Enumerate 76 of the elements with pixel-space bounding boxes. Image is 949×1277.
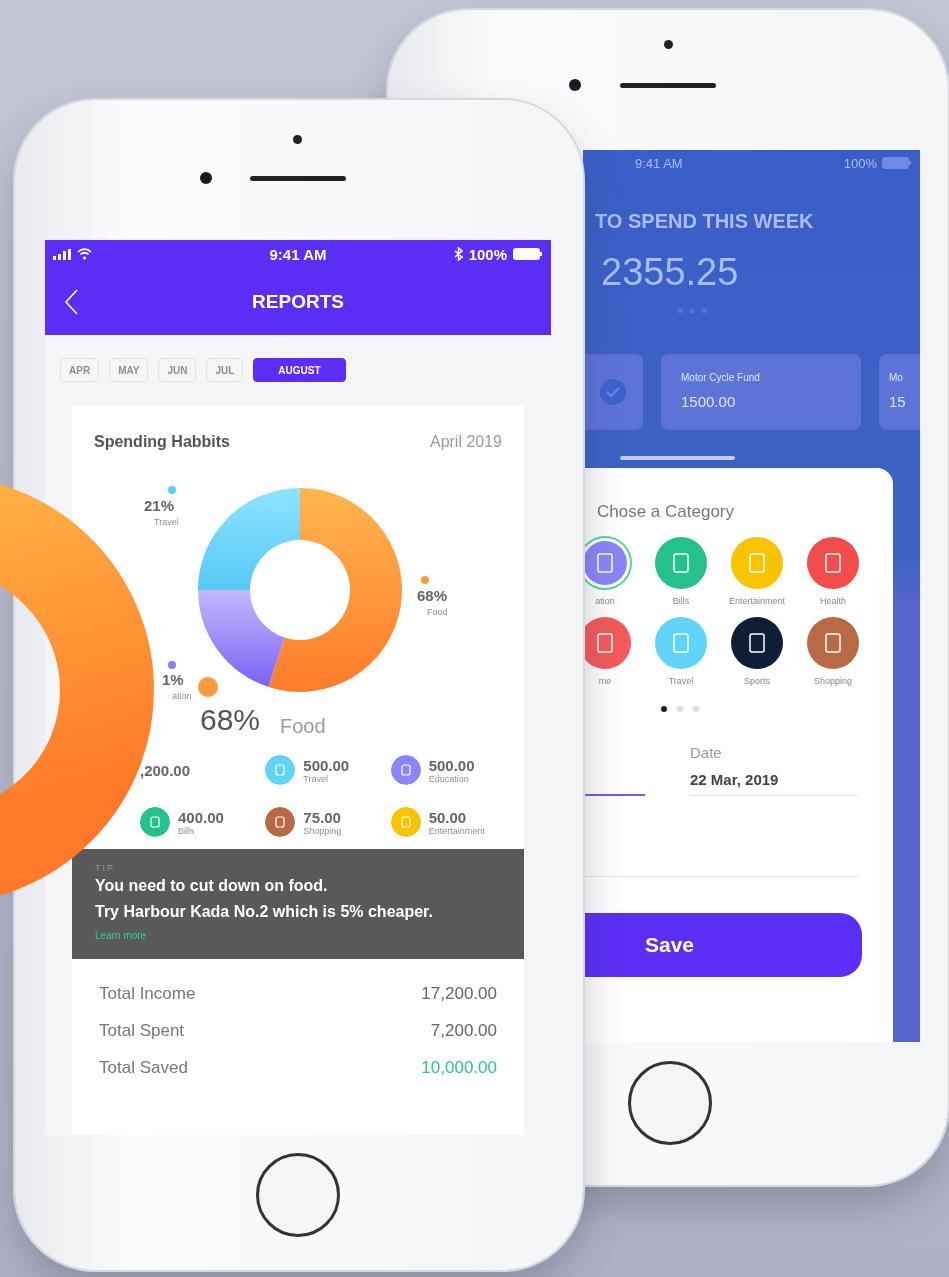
category-label: Travel: [154, 517, 179, 527]
amount-category: Education: [428, 773, 470, 784]
fund-amount: 1500.00: [681, 393, 737, 410]
back-icon[interactable]: [63, 288, 81, 316]
total-value: 17,200.00: [421, 983, 497, 1004]
total-label: Total Saved: [99, 1057, 188, 1078]
camera-icon: [569, 79, 581, 91]
budget-label: TO SPEND THIS WEEK: [595, 210, 815, 233]
total-label: Total Income: [99, 983, 196, 1004]
category-item[interactable]: Sports: [719, 616, 795, 686]
amount-value: 75.00: [303, 808, 342, 826]
category-item[interactable]: Travel: [643, 616, 719, 686]
amount-value: ,200.00: [140, 761, 191, 779]
sensor-icon: [293, 135, 302, 144]
learn-more-link[interactable]: Learn more: [95, 930, 147, 941]
category-item[interactable]: Health: [795, 536, 871, 606]
date-field[interactable]: Date 22 Mar, 2019: [690, 744, 858, 796]
save-button[interactable]: Save: [583, 913, 862, 977]
status-time: 9:41 AM: [635, 155, 683, 171]
amount-category: Shopping: [303, 825, 342, 836]
category-item[interactable]: Shopping: [795, 616, 871, 686]
amount-category: Travel: [303, 773, 329, 784]
month-tab[interactable]: JUL: [206, 358, 244, 382]
amount-category: Entertainment: [428, 825, 485, 836]
month-tab[interactable]: AUGUST: [253, 358, 346, 382]
battery-percent: 100%: [843, 155, 877, 171]
battery-percent: 100%: [468, 245, 507, 263]
total-label: Total Spent: [99, 1020, 185, 1041]
amount-category: Bills: [178, 825, 196, 836]
page-dot[interactable]: [661, 706, 667, 712]
category-label: ation: [172, 691, 192, 701]
sheet-title: Chose a Category: [597, 502, 736, 522]
percent-label: 1%: [162, 671, 184, 688]
budget-amount: 2355.25: [601, 251, 740, 294]
screen-title: REPORTS: [252, 290, 344, 313]
status-time: 9:41 AM: [269, 245, 327, 263]
dots-icon: [677, 308, 707, 314]
highlight-percent: 68%: [200, 703, 261, 737]
fund-amount: 15: [889, 393, 907, 410]
fund-card[interactable]: [583, 354, 643, 430]
period-label: April 2019: [429, 433, 502, 452]
fund-card[interactable]: Mo 15: [879, 354, 920, 430]
fund-name: Motor Cycle Fund: [681, 372, 761, 383]
amount-value: 50.00: [428, 808, 468, 826]
card-title: Spending Habbits: [94, 433, 230, 452]
tip-text: You need to cut down on food.: [95, 876, 329, 896]
wifi-icon: [77, 248, 92, 260]
drag-handle[interactable]: [620, 456, 735, 460]
category-item[interactable]: ation: [583, 536, 643, 606]
highlight-category: Food: [280, 715, 326, 738]
page-dot[interactable]: [677, 706, 683, 712]
tip-text: Try Harbour Kada No.2 which is 5% cheaper.: [95, 902, 434, 922]
amount-value: 500.00: [303, 756, 350, 774]
battery-icon: [513, 248, 543, 260]
total-value: 10,000.00: [421, 1057, 497, 1078]
month-tab[interactable]: JUN: [158, 358, 197, 382]
tip-label: TIP: [95, 863, 116, 873]
amount-value: 500.00: [428, 756, 475, 774]
amount-value: 400.00: [178, 808, 224, 826]
percent-label: 68%: [417, 587, 448, 604]
percent-label: 21%: [144, 497, 175, 514]
month-tab[interactable]: MAY: [109, 358, 149, 382]
battery-icon: [882, 157, 912, 169]
fund-card[interactable]: Motor Cycle Fund 1500.00: [661, 354, 861, 430]
bluetooth-icon: [453, 247, 463, 261]
camera-icon: [200, 172, 212, 184]
category-item[interactable]: me: [583, 616, 643, 686]
signal-icon: [53, 248, 71, 260]
sensor-icon: [664, 40, 673, 49]
total-value: 7,200.00: [430, 1020, 497, 1041]
category-label: Food: [427, 607, 448, 617]
category-item[interactable]: Bills: [643, 536, 719, 606]
fund-name: Mo: [889, 372, 904, 383]
page-dot[interactable]: [693, 706, 699, 712]
category-item[interactable]: Entertainment: [719, 536, 795, 606]
month-tab[interactable]: APR: [60, 358, 100, 382]
